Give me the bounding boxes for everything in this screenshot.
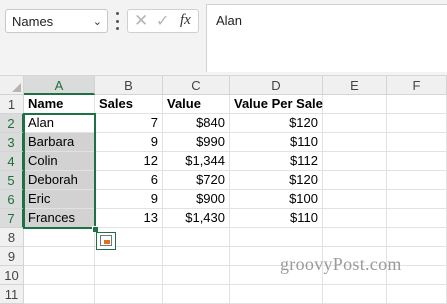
cell[interactable] <box>323 190 387 209</box>
row-header-10[interactable]: 10 <box>0 266 24 285</box>
cell[interactable] <box>323 209 387 228</box>
cell[interactable] <box>163 228 230 247</box>
cancel-icon[interactable]: ✕ <box>134 11 148 31</box>
row-header-1[interactable]: 1 <box>0 95 24 114</box>
cell[interactable] <box>323 114 387 133</box>
formula-buttons: ✕ ✓ fx <box>127 9 199 33</box>
name-box[interactable]: Names ⌄ <box>5 9 108 33</box>
name-cell[interactable]: Frances <box>24 209 95 228</box>
row-header-6[interactable]: 6 <box>0 190 24 209</box>
cell[interactable] <box>230 228 323 247</box>
value-cell[interactable]: $1,430 <box>163 209 230 228</box>
cell[interactable] <box>387 95 447 114</box>
value-cell[interactable]: $720 <box>163 171 230 190</box>
value-cell[interactable]: $900 <box>163 190 230 209</box>
name-cell[interactable]: Alan <box>24 114 95 133</box>
header-cell-value[interactable]: Value <box>163 95 230 114</box>
select-all-corner[interactable] <box>0 76 24 95</box>
name-box-value: Names <box>12 13 54 29</box>
cell[interactable] <box>163 247 230 266</box>
formula-content: Alan <box>216 13 243 28</box>
sales-cell[interactable]: 13 <box>95 209 163 228</box>
value-cell[interactable]: $840 <box>163 114 230 133</box>
name-cell[interactable]: Eric <box>24 190 95 209</box>
value-cell[interactable]: $990 <box>163 133 230 152</box>
cell[interactable] <box>24 247 95 266</box>
cell[interactable] <box>323 152 387 171</box>
cell[interactable] <box>323 171 387 190</box>
cell[interactable] <box>95 266 163 285</box>
value-per-sale-cell[interactable]: $112 <box>230 152 323 171</box>
sales-cell[interactable]: 12 <box>95 152 163 171</box>
row-header-5[interactable]: 5 <box>0 171 24 190</box>
cell[interactable] <box>323 95 387 114</box>
column-header-c[interactable]: C <box>163 76 230 95</box>
value-cell[interactable]: $1,344 <box>163 152 230 171</box>
header-cell-name[interactable]: Name <box>24 95 95 114</box>
formula-input[interactable]: Alan <box>206 4 447 72</box>
value-per-sale-cell[interactable]: $100 <box>230 190 323 209</box>
cell[interactable] <box>387 114 447 133</box>
cell[interactable] <box>323 228 387 247</box>
quick-analysis-button[interactable] <box>96 232 116 250</box>
row-header-3[interactable]: 3 <box>0 133 24 152</box>
insert-function-icon[interactable]: fx <box>180 12 191 29</box>
cell[interactable] <box>387 228 447 247</box>
row-header-4[interactable]: 4 <box>0 152 24 171</box>
more-options-icon[interactable] <box>114 12 120 30</box>
formula-bar-area: Names ⌄ ✕ ✓ fx Alan <box>0 0 447 76</box>
enter-check-icon[interactable]: ✓ <box>156 11 169 31</box>
sales-cell[interactable]: 6 <box>95 171 163 190</box>
value-per-sale-cell[interactable]: $110 <box>230 209 323 228</box>
value-per-sale-cell[interactable]: $120 <box>230 114 323 133</box>
column-header-e[interactable]: E <box>323 76 387 95</box>
column-header-a[interactable]: A <box>24 76 95 95</box>
cell[interactable] <box>387 190 447 209</box>
cell[interactable] <box>323 133 387 152</box>
sales-cell[interactable]: 9 <box>95 133 163 152</box>
cell[interactable] <box>387 133 447 152</box>
row-header-2[interactable]: 2 <box>0 114 24 133</box>
header-cell-value-per-sale[interactable]: Value Per Sale <box>230 95 323 114</box>
name-cell[interactable]: Barbara <box>24 133 95 152</box>
sales-cell[interactable]: 7 <box>95 114 163 133</box>
cell[interactable] <box>24 266 95 285</box>
value-per-sale-cell[interactable]: $110 <box>230 133 323 152</box>
column-header-f[interactable]: F <box>387 76 447 95</box>
quick-analysis-icon <box>100 235 112 246</box>
cell[interactable] <box>163 266 230 285</box>
cell[interactable] <box>387 171 447 190</box>
header-cell-sales[interactable]: Sales <box>95 95 163 114</box>
row-header-7[interactable]: 7 <box>0 209 24 228</box>
cell[interactable] <box>387 152 447 171</box>
column-header-b[interactable]: B <box>95 76 163 95</box>
row-header-8[interactable]: 8 <box>0 228 24 247</box>
name-cell[interactable]: Colin <box>24 152 95 171</box>
value-per-sale-cell[interactable]: $120 <box>230 171 323 190</box>
watermark: groovyPost.com <box>280 254 402 274</box>
name-cell[interactable]: Deborah <box>24 171 95 190</box>
column-header-d[interactable]: D <box>230 76 323 95</box>
cell[interactable] <box>387 209 447 228</box>
sales-cell[interactable]: 9 <box>95 190 163 209</box>
cell[interactable] <box>24 228 95 247</box>
chevron-down-icon[interactable]: ⌄ <box>93 15 102 28</box>
row-header-9[interactable]: 9 <box>0 247 24 266</box>
